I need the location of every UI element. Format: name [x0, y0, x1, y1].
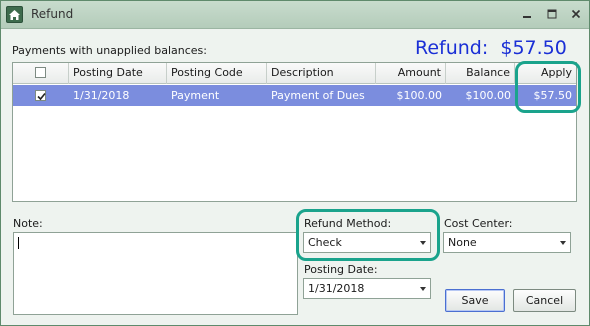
posting-date-label: Posting Date: — [304, 263, 378, 276]
title-bar: Refund — [1, 1, 589, 29]
select-all-checkbox[interactable] — [35, 67, 46, 78]
cost-center-label: Cost Center: — [444, 217, 513, 230]
refund-method-value: Check — [308, 236, 342, 249]
header-description[interactable]: Description — [267, 63, 376, 84]
posting-date-value: 1/31/2018 — [308, 282, 365, 295]
refund-method-label: Refund Method: — [304, 217, 392, 230]
text-caret — [18, 237, 19, 249]
window-title: Refund — [31, 7, 74, 21]
cancel-button[interactable]: Cancel — [513, 289, 576, 312]
close-icon[interactable] — [565, 5, 587, 25]
chevron-down-icon — [560, 241, 566, 245]
refund-total: Refund: $57.50 — [415, 37, 567, 59]
header-balance[interactable]: Balance — [446, 63, 515, 84]
posting-date-picker[interactable]: 1/31/2018 — [303, 278, 431, 299]
header-amount[interactable]: Amount — [376, 63, 446, 84]
select-all-header — [13, 63, 69, 84]
refund-dialog: Refund Payments with unapplied balances:… — [0, 0, 590, 326]
payments-grid: Posting Date Posting Code Description Am… — [12, 62, 577, 202]
note-label: Note: — [13, 217, 43, 230]
cost-center-value: None — [448, 236, 477, 249]
home-icon — [6, 6, 23, 23]
header-posting-date[interactable]: Posting Date — [69, 63, 167, 84]
row-checkbox[interactable] — [35, 90, 46, 101]
note-textarea[interactable] — [13, 232, 298, 315]
minimize-icon[interactable] — [516, 5, 538, 25]
cell-description: Payment of Dues — [271, 89, 365, 102]
table-row[interactable]: 1/31/2018 Payment Payment of Dues $100.0… — [13, 85, 576, 106]
grid-header: Posting Date Posting Code Description Am… — [13, 63, 576, 84]
cost-center-select[interactable]: None — [443, 232, 571, 253]
header-posting-code[interactable]: Posting Code — [167, 63, 267, 84]
row-select-cell — [13, 85, 69, 106]
cell-apply[interactable]: $57.50 — [515, 85, 576, 106]
maximize-icon[interactable] — [541, 5, 563, 25]
chevron-down-icon — [420, 241, 426, 245]
cell-posting-date: 1/31/2018 — [73, 89, 130, 102]
refund-method-select[interactable]: Check — [303, 232, 431, 253]
save-button[interactable]: Save — [445, 289, 505, 312]
cell-balance: $100.00 — [465, 89, 512, 102]
payments-label: Payments with unapplied balances: — [12, 44, 207, 57]
cell-posting-code: Payment — [171, 89, 220, 102]
chevron-down-icon — [420, 287, 426, 291]
header-apply[interactable]: Apply — [515, 63, 576, 84]
cell-amount: $100.00 — [396, 89, 443, 102]
